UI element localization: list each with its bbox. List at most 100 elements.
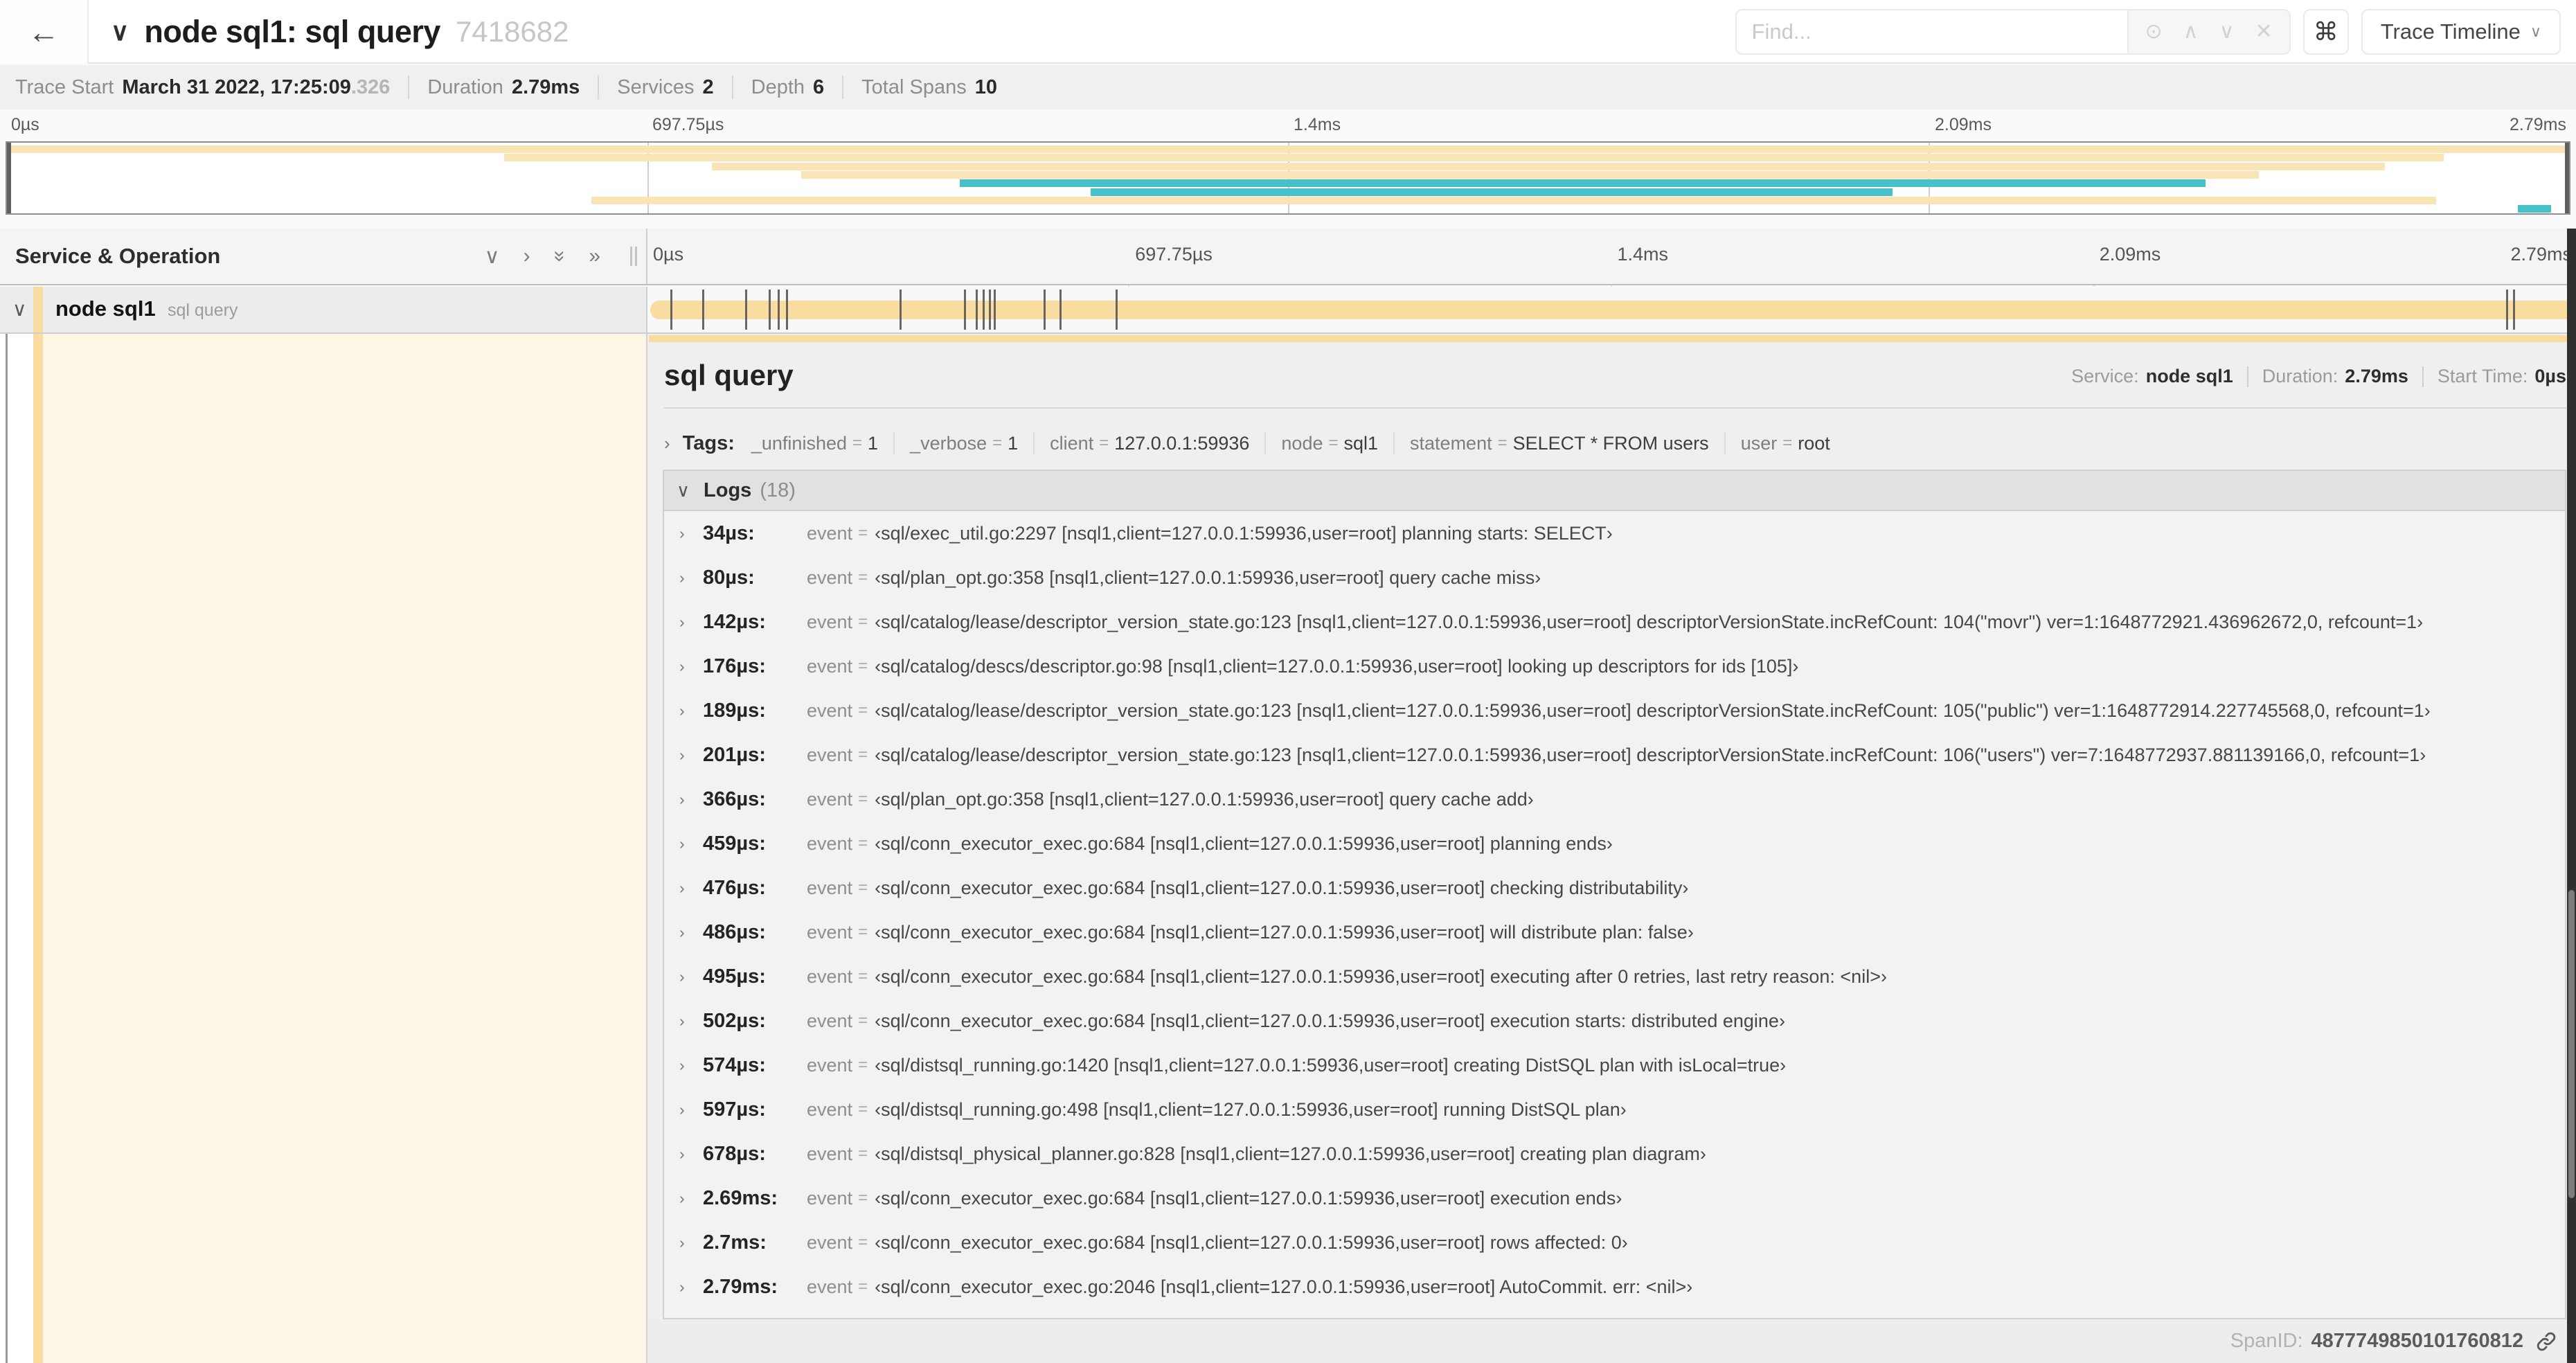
stat-item: Total Spans 10 <box>861 76 997 99</box>
expand-one-icon[interactable]: › <box>524 244 530 268</box>
log-tick-marker <box>785 289 788 330</box>
log-row[interactable]: › 2.79ms: event = ‹sql/conn_executor_exec.go… <box>664 1265 2565 1309</box>
log-row[interactable]: › 80µs: event = ‹sql/plan_opt.go:358 [nsql1,… <box>664 555 2565 600</box>
log-expand-chevron-icon[interactable]: › <box>679 613 703 632</box>
tags-expand-chevron-icon[interactable]: › <box>664 433 670 454</box>
log-expand-chevron-icon[interactable]: › <box>679 702 703 720</box>
span-row-name-column[interactable]: ∨ node sql1 sql query <box>0 287 646 332</box>
span-collapse-chevron-icon[interactable]: ∨ <box>12 298 27 321</box>
log-tick-marker <box>983 289 985 330</box>
tag-pill[interactable]: statement = SELECT * FROM users <box>1410 433 1709 454</box>
detail-overview: Service: node sql1 Duration: 2.79ms Start Ti… <box>2071 366 2566 387</box>
find-next-icon[interactable]: ∨ <box>2219 21 2235 42</box>
minimap-left-scrub-handle[interactable] <box>7 143 11 213</box>
keyboard-shortcuts-button[interactable]: ⌘ <box>2302 9 2349 55</box>
log-expand-chevron-icon[interactable]: › <box>679 657 703 676</box>
log-equals: = <box>858 1188 868 1207</box>
log-row[interactable]: › 2.69ms: event = ‹sql/conn_executor_exec.go… <box>664 1176 2565 1220</box>
log-equals: = <box>858 1055 868 1074</box>
log-field-key: event <box>807 921 853 943</box>
vertical-scrollbar[interactable] <box>2567 229 2576 1363</box>
stat-label: Trace Start <box>15 75 114 98</box>
log-field-value: ‹sql/distsql_physical_planner.go:828 [ns… <box>875 1143 1706 1164</box>
log-expand-chevron-icon[interactable]: › <box>679 835 703 853</box>
log-row[interactable]: › 189µs: event = ‹sql/catalog/lease/descript… <box>664 688 2565 733</box>
stat-item: Services 2 <box>617 76 713 99</box>
stat-separator <box>842 75 844 99</box>
log-row[interactable]: › 486µs: event = ‹sql/conn_executor_exec.go:… <box>664 910 2565 954</box>
title-collapse-chevron-icon[interactable]: ∨ <box>111 17 129 46</box>
log-field-key: event <box>807 788 853 810</box>
tag-pill[interactable]: client = 127.0.0.1:59936 <box>1050 433 1249 454</box>
log-field-value: ‹sql/conn_executor_exec.go:684 [nsql1,cl… <box>875 1010 1785 1031</box>
log-row[interactable]: › 366µs: event = ‹sql/plan_opt.go:358 [nsql1… <box>664 777 2565 821</box>
time-ruler-label: 2.79ms <box>2510 115 2566 134</box>
find-input[interactable] <box>1735 9 2127 55</box>
span-duration-bar[interactable] <box>650 301 2573 319</box>
log-expand-chevron-icon[interactable]: › <box>679 790 703 809</box>
tag-value: SELECT * FROM users <box>1512 432 1709 454</box>
back-button[interactable]: ← <box>0 0 89 64</box>
log-field-key: event <box>807 832 853 854</box>
log-row[interactable]: › 597µs: event = ‹sql/distsql_running.go:498… <box>664 1087 2565 1132</box>
minimap-canvas[interactable] <box>6 141 2570 215</box>
log-timestamp: 2.79ms: <box>703 1275 778 1298</box>
tag-pill[interactable]: user = root <box>1741 433 1830 454</box>
log-expand-chevron-icon[interactable]: › <box>679 1101 703 1119</box>
span-row-timeline[interactable] <box>646 287 2576 332</box>
log-equals: = <box>858 1100 868 1119</box>
scrollbar-thumb[interactable] <box>2568 890 2575 1198</box>
find-clear-icon[interactable]: ✕ <box>2255 21 2273 42</box>
view-selector-button[interactable]: Trace Timeline ∨ <box>2361 9 2561 55</box>
log-expand-chevron-icon[interactable]: › <box>679 1145 703 1164</box>
tag-pill[interactable]: node = sql1 <box>1281 433 1378 454</box>
log-timestamp: 366µs: <box>703 787 766 810</box>
log-row[interactable]: › 459µs: event = ‹sql/conn_executor_exec.go:… <box>664 821 2565 866</box>
column-resizer-grip[interactable] <box>630 247 640 266</box>
log-row[interactable]: › 476µs: event = ‹sql/conn_executor_exec.go:… <box>664 866 2565 910</box>
tags-row[interactable]: › Tags: _unfinished = 1 _verbose = 1 client = 12… <box>664 428 2566 458</box>
log-expand-chevron-icon[interactable]: › <box>679 746 703 765</box>
log-row[interactable]: › 176µs: event = ‹sql/catalog/descs/descript… <box>664 644 2565 688</box>
tag-pill[interactable]: _verbose = 1 <box>910 433 1018 454</box>
log-row[interactable]: › 34µs: event = ‹sql/exec_util.go:2297 [nsql… <box>664 511 2565 555</box>
log-tick-marker <box>768 289 771 330</box>
tag-equals: = <box>1099 434 1109 452</box>
logs-header[interactable]: ∨ Logs (18) <box>664 471 2565 511</box>
focus-scope-icon[interactable]: ⊙ <box>2145 21 2163 42</box>
log-expand-chevron-icon[interactable]: › <box>679 1056 703 1075</box>
log-row[interactable]: › 142µs: event = ‹sql/catalog/lease/descript… <box>664 600 2565 644</box>
find-prev-icon[interactable]: ∧ <box>2183 21 2199 42</box>
log-expand-chevron-icon[interactable]: › <box>679 968 703 986</box>
collapse-one-icon[interactable]: ∨ <box>485 244 500 269</box>
logs-collapse-chevron-icon[interactable]: ∨ <box>677 480 690 501</box>
log-expand-chevron-icon[interactable]: › <box>679 1189 703 1208</box>
tag-key: client <box>1050 432 1094 454</box>
log-expand-chevron-icon[interactable]: › <box>679 1278 703 1297</box>
log-row[interactable]: › 574µs: event = ‹sql/distsql_running.go:142… <box>664 1043 2565 1087</box>
log-expand-chevron-icon[interactable]: › <box>679 524 703 543</box>
collapse-all-icon[interactable]: » <box>548 251 571 262</box>
log-expand-chevron-icon[interactable]: › <box>679 1233 703 1252</box>
log-expand-chevron-icon[interactable]: › <box>679 879 703 898</box>
log-expand-chevron-icon[interactable]: › <box>679 1012 703 1031</box>
log-row[interactable]: › 2.7ms: event = ‹sql/conn_executor_exec.go:… <box>664 1220 2565 1265</box>
log-expand-chevron-icon[interactable]: › <box>679 569 703 587</box>
tag-key: statement <box>1410 432 1492 454</box>
log-row[interactable]: › 678µs: event = ‹sql/distsql_physical_plann… <box>664 1132 2565 1176</box>
log-row[interactable]: › 495µs: event = ‹sql/conn_executor_exec.go:… <box>664 954 2565 999</box>
tag-pill[interactable]: _unfinished = 1 <box>751 433 878 454</box>
log-row[interactable]: › 201µs: event = ‹sql/catalog/lease/descript… <box>664 733 2565 777</box>
service-operation-header: Service & Operation ∨ › » » <box>0 229 646 284</box>
log-expand-chevron-icon[interactable]: › <box>679 923 703 942</box>
minimap-right-scrub-handle[interactable] <box>2565 143 2569 213</box>
overview-label: Start Time: <box>2437 366 2528 386</box>
log-tick-marker <box>701 289 704 330</box>
deep-link-icon[interactable] <box>2534 1330 2558 1353</box>
stat-label: Duration <box>427 75 503 98</box>
detail-color-accent <box>33 334 43 1363</box>
expand-all-icon[interactable]: » <box>589 244 600 268</box>
log-row[interactable]: › 502µs: event = ‹sql/conn_executor_exec.go:… <box>664 999 2565 1043</box>
span-row[interactable]: ∨ node sql1 sql query <box>0 287 2576 334</box>
time-ruler-label: 2.09ms <box>1935 115 1992 134</box>
